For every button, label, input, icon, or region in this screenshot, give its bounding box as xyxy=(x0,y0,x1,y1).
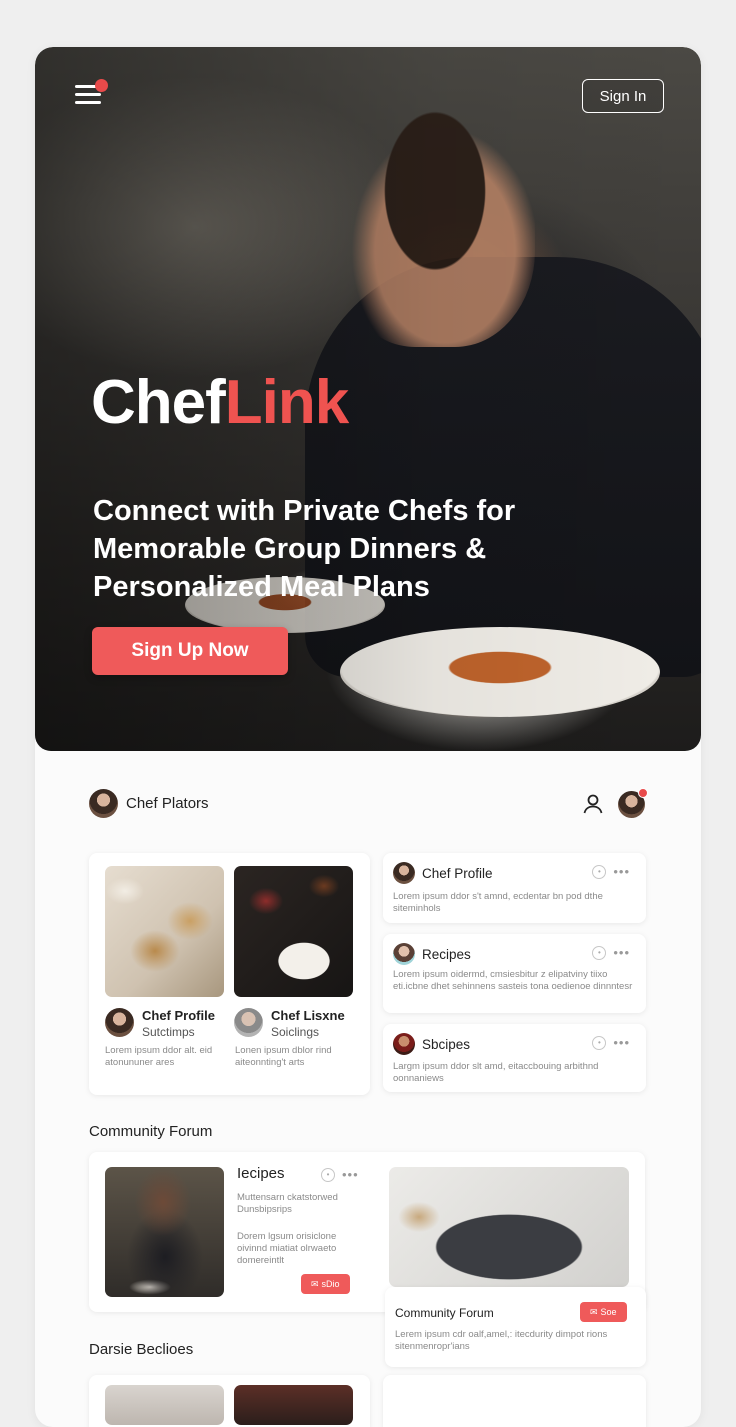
forum-post-meta: Muttensarn ckatstorwed Dunsbipsrips xyxy=(237,1192,338,1215)
sign-in-button[interactable]: Sign In xyxy=(582,79,664,113)
chef-description: Lorem ipsum ddor alt. eid atonununer are… xyxy=(105,1045,213,1068)
side-card-text: Lorem ipsum oidermd, cmsiesbitur z elipa… xyxy=(393,969,633,992)
bottom-card xyxy=(89,1375,370,1427)
side-card-chef-profile[interactable]: Chef Profile • ••• Lorem ipsum ddor s't … xyxy=(383,853,646,923)
more-options-icon[interactable]: ••• xyxy=(613,864,630,879)
avatar xyxy=(105,1008,134,1037)
avatar xyxy=(393,862,415,884)
side-card-sbcipes[interactable]: Sbcipes • ••• Largm ipsum ddor slt amd, … xyxy=(383,1024,646,1092)
food-image[interactable] xyxy=(105,1385,224,1425)
more-options-icon[interactable]: ••• xyxy=(613,945,630,960)
bottom-section-heading: Darsie Beclioes xyxy=(89,1341,194,1358)
forum-post-text: Dorem lgsum orisiclone oivinnd miatiat o… xyxy=(237,1231,337,1266)
more-options-icon[interactable]: ••• xyxy=(342,1167,359,1182)
user-avatar-button[interactable] xyxy=(618,788,648,818)
side-card-recipes[interactable]: Recipes • ••• Lorem ipsum oidermd, cmsie… xyxy=(383,934,646,1013)
side-card-title: Sbcipes xyxy=(422,1036,471,1052)
food-image[interactable] xyxy=(105,866,224,997)
forum-feature-image[interactable] xyxy=(389,1167,629,1287)
brand-name-main: Chef xyxy=(91,368,226,437)
forum-post-button[interactable]: ✉ sDio xyxy=(301,1274,350,1294)
hamburger-menu-icon[interactable] xyxy=(75,79,108,107)
brand-logo: ChefLink xyxy=(91,367,349,438)
chef-title: Chef Lisxne xyxy=(271,1008,345,1023)
food-image[interactable] xyxy=(234,1385,353,1425)
food-image[interactable] xyxy=(234,866,353,997)
avatar xyxy=(393,1033,415,1055)
side-card-text: Largm ipsum ddor slt amd, eitaccbouing a… xyxy=(393,1061,599,1084)
hero-tagline: Connect with Private Chefs for Memorable… xyxy=(93,495,516,603)
forum-post-title[interactable]: Iecipes xyxy=(237,1165,285,1182)
notification-dot xyxy=(95,79,108,92)
hero-banner: Sign In ChefLink Connect with Private Ch… xyxy=(35,47,701,751)
profile-icon[interactable] xyxy=(581,792,605,816)
like-icon[interactable]: • xyxy=(592,945,607,960)
chef-subtitle: Sutctimps xyxy=(142,1025,195,1039)
chef-description: Lonen ipsum dblor rind aiteonnting't art… xyxy=(235,1045,332,1068)
side-card-text: Lorem ipsum ddor s't amnd, ecdentar bn p… xyxy=(393,891,603,914)
side-card-title: Chef Profile xyxy=(422,865,493,881)
avatar xyxy=(234,1008,263,1037)
brand-name-accent: Link xyxy=(224,368,349,437)
avatar xyxy=(393,943,415,965)
side-card-title: Recipes xyxy=(422,946,471,962)
forum-side-button[interactable]: ✉ Soe xyxy=(580,1302,627,1322)
mail-icon: ✉ xyxy=(311,1278,319,1289)
app-frame: Sign In ChefLink Connect with Private Ch… xyxy=(35,47,701,1427)
forum-side-text: Lerem ipsum cdr oalf,amel,: itecdurity d… xyxy=(395,1329,608,1352)
like-icon[interactable]: • xyxy=(592,864,607,879)
chef-subtitle: Soiclings xyxy=(271,1025,320,1039)
user-name: Chef Plators xyxy=(126,795,209,812)
forum-side-card[interactable]: Community Forum ✉ Soe Lerem ipsum cdr oal… xyxy=(385,1287,646,1367)
mail-icon: ✉ xyxy=(590,1306,598,1317)
chef-title: Chef Profile xyxy=(142,1008,215,1023)
chef-item[interactable]: Chef Lisxne Soiclings xyxy=(234,1008,345,1039)
like-icon[interactable]: • xyxy=(592,1035,607,1050)
sign-up-button[interactable]: Sign Up Now xyxy=(92,627,288,675)
bottom-side-card xyxy=(383,1375,646,1427)
like-icon[interactable]: • xyxy=(321,1167,335,1182)
forum-side-title: Community Forum xyxy=(395,1306,494,1320)
chef-item[interactable]: Chef Profile Sutctimps xyxy=(105,1008,215,1039)
forum-post-image[interactable] xyxy=(105,1167,224,1297)
notification-dot xyxy=(638,788,648,798)
featured-chefs-card: Chef Profile Sutctimps Lorem ipsum ddor … xyxy=(89,853,370,1095)
community-forum-heading: Community Forum xyxy=(89,1123,213,1140)
current-user[interactable]: Chef Plators xyxy=(89,789,209,818)
avatar xyxy=(89,789,118,818)
more-options-icon[interactable]: ••• xyxy=(613,1035,630,1050)
